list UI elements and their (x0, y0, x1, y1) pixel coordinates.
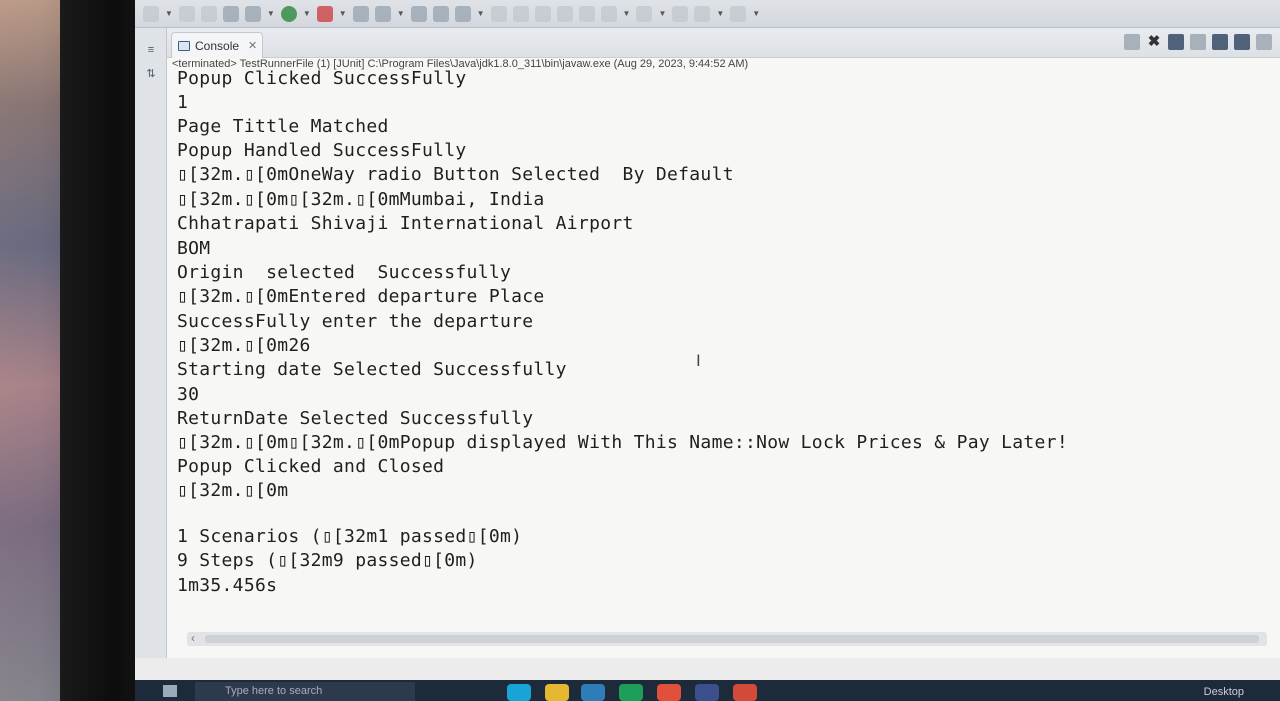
console-line: Chhatrapati Shivaji International Airpor… (177, 213, 634, 234)
back-dropdown-icon[interactable]: ▼ (716, 9, 724, 18)
toggle-mark-icon[interactable] (534, 5, 551, 22)
console-output[interactable]: Popup Clicked SuccessFully 1 Page Tittle M… (177, 68, 1267, 628)
save-icon[interactable] (178, 5, 195, 22)
console-line: ReturnDate Selected Successfully (177, 408, 534, 429)
terminate-icon[interactable] (1124, 34, 1140, 50)
block-selection-icon[interactable] (556, 5, 573, 22)
main-toolbar: ▼ ▼ ▼ ▼ ▼ ▼ ▼ ▼ ▼ ▼ (135, 0, 1280, 28)
console-tabbar: Console ✕ ✖ (167, 28, 1280, 58)
forward-icon[interactable] (730, 5, 747, 22)
console-line: Starting date Selected Successfully (177, 359, 567, 380)
close-icon[interactable]: ✕ (248, 39, 257, 52)
search-icon[interactable] (454, 5, 471, 22)
console-actions: ✖ (1124, 34, 1272, 50)
console-line: ▯[32m.▯[0m▯[32m.▯[0mMumbai, India (177, 189, 545, 210)
next-annotation-dropdown-icon[interactable]: ▼ (623, 9, 631, 18)
save-all-icon[interactable] (200, 5, 217, 22)
next-annotation-icon[interactable] (600, 5, 617, 22)
search-dropdown-icon[interactable]: ▼ (477, 9, 485, 18)
tab-console-label: Console (195, 38, 240, 53)
scrollbar-thumb[interactable] (205, 635, 1259, 643)
annotation-icon[interactable] (490, 5, 507, 22)
console-line: ▯[32m.▯[0mEntered departure Place (177, 286, 545, 307)
console-icon (178, 40, 190, 51)
remove-launch-icon[interactable]: ✖ (1146, 34, 1162, 50)
run-dropdown-icon[interactable]: ▼ (303, 9, 311, 18)
open-type-icon[interactable] (410, 5, 427, 22)
scroll-left-icon[interactable]: ‹ (191, 631, 195, 645)
taskbar-search-input[interactable]: Type here to search (195, 682, 415, 701)
forward-dropdown-icon[interactable]: ▼ (752, 9, 760, 18)
eclipse-icon[interactable] (695, 684, 719, 701)
console-line: 30 (177, 384, 200, 405)
new-package-icon[interactable] (374, 5, 391, 22)
debug-icon[interactable] (244, 5, 261, 22)
scroll-lock-icon[interactable] (1212, 34, 1228, 50)
console-line: Origin selected Successfully (177, 262, 512, 283)
file-explorer-icon[interactable] (545, 684, 569, 701)
remove-all-terminated-icon[interactable] (1168, 34, 1184, 50)
horizontal-scrollbar[interactable]: ‹ (187, 631, 1267, 646)
text-cursor-icon: I (696, 351, 701, 370)
minimized-view-strip: ≡ ⇅ (135, 28, 167, 658)
external-tools-icon[interactable] (316, 5, 333, 22)
store-icon[interactable] (581, 684, 605, 701)
open-task-icon[interactable] (432, 5, 449, 22)
word-wrap-icon[interactable] (1234, 34, 1250, 50)
console-line: ▯[32m.▯[0m▯[32m.▯[0mPopup displayed With… (177, 432, 1068, 453)
windows-start-icon[interactable] (163, 685, 177, 697)
prev-annotation-dropdown-icon[interactable]: ▼ (658, 9, 666, 18)
new-java-project-icon[interactable] (352, 5, 369, 22)
skip-breakpoints-icon[interactable] (222, 5, 239, 22)
debug-dropdown-icon[interactable]: ▼ (267, 9, 275, 18)
chrome-profile-icon[interactable] (733, 684, 757, 701)
whitespace-icon[interactable] (578, 5, 595, 22)
new-class-dropdown-icon[interactable]: ▼ (397, 9, 405, 18)
clear-console-icon[interactable] (1190, 34, 1206, 50)
console-line: Page Tittle Matched (177, 116, 389, 137)
back-icon[interactable] (694, 5, 711, 22)
edge-icon[interactable] (507, 684, 531, 701)
console-line: ▯[32m.▯[0m (177, 480, 289, 501)
console-line: Popup Clicked SuccessFully (177, 68, 467, 89)
taskbar: Type here to search Desktop (135, 680, 1280, 701)
pin-icon[interactable] (512, 5, 529, 22)
external-tools-dropdown-icon[interactable]: ▼ (339, 9, 347, 18)
console-line: BOM (177, 238, 211, 259)
console-view: Console ✕ ✖ <terminated> TestRunnerFile … (167, 28, 1280, 658)
last-edit-icon[interactable] (672, 5, 689, 22)
prev-annotation-icon[interactable] (636, 5, 653, 22)
excel-icon[interactable] (619, 684, 643, 701)
console-line: 1 (177, 92, 189, 113)
pin-console-icon[interactable] (1256, 34, 1272, 50)
new-dropdown-icon[interactable]: ▼ (165, 9, 173, 18)
console-line: Popup Clicked and Closed (177, 456, 445, 477)
tab-console[interactable]: Console ✕ (171, 32, 263, 58)
new-icon[interactable] (143, 5, 159, 22)
console-line: SuccessFully enter the departure (177, 311, 534, 332)
console-line: 1 Scenarios (▯[32m1 passed▯[0m) (177, 526, 523, 547)
run-icon[interactable] (280, 5, 297, 22)
desktop-label[interactable]: Desktop (1204, 686, 1244, 698)
console-line: 9 Steps (▯[32m9 passed▯[0m) (177, 550, 478, 571)
chrome-icon[interactable] (657, 684, 681, 701)
restore-icon[interactable]: ≡ (144, 44, 158, 56)
console-line: 1m35.456s (177, 575, 278, 596)
package-explorer-icon[interactable]: ⇅ (144, 68, 158, 80)
console-line: Popup Handled SuccessFully (177, 140, 467, 161)
ide-window: ▼ ▼ ▼ ▼ ▼ ▼ ▼ ▼ ▼ ▼ ≡ ⇅ Console ✕ ✖ <ter… (135, 0, 1280, 701)
console-line: ▯[32m.▯[0mOneWay radio Button Selected B… (177, 164, 734, 185)
console-line: ▯[32m.▯[0m26 (177, 335, 311, 356)
